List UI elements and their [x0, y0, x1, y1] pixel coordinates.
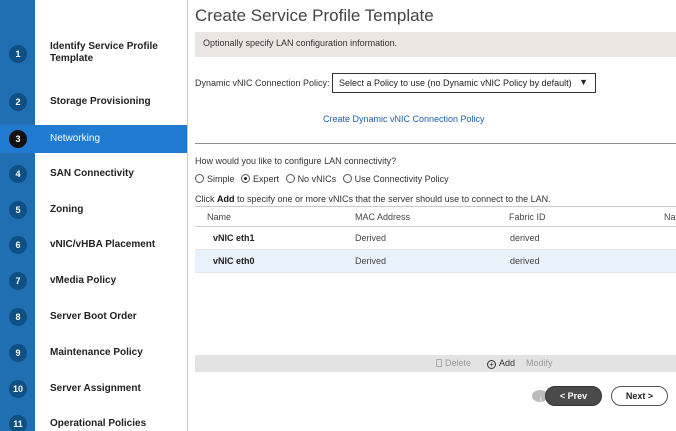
- step-number: 10: [9, 380, 27, 398]
- step-storage-provisioning[interactable]: 2 Storage Provisioning: [0, 88, 187, 116]
- step-label: Storage Provisioning: [50, 96, 151, 107]
- hint-suffix: to specify one or more vNICs that the se…: [234, 194, 551, 204]
- main-panel: Create Service Profile Template Optional…: [189, 0, 676, 431]
- next-button[interactable]: Next >: [611, 386, 668, 406]
- delete-button[interactable]: Delete: [436, 358, 471, 368]
- dynamic-vnic-policy-label: Dynamic vNIC Connection Policy:: [195, 78, 330, 88]
- radio-expert[interactable]: Expert: [241, 174, 279, 184]
- mac-address: Derived: [355, 233, 387, 243]
- step-label: Maintenance Policy: [50, 347, 143, 358]
- prev-button[interactable]: < Prev: [545, 386, 602, 406]
- step-label: Identify Service Profile Template: [50, 41, 158, 64]
- column-header-fabric-id[interactable]: Fabric ID: [509, 212, 546, 222]
- step-number: 9: [9, 344, 27, 362]
- radio-button-icon: [195, 174, 204, 183]
- step-networking[interactable]: 3 Networking: [0, 125, 187, 153]
- step-vmedia-policy[interactable]: 7 vMedia Policy: [0, 267, 187, 295]
- lan-config-radio-group: Simple Expert No vNICs Use Connectivity …: [195, 174, 453, 184]
- hint-prefix: Click: [195, 194, 217, 204]
- divider: [195, 143, 676, 144]
- table-header: Name MAC Address Fabric ID Na: [195, 207, 676, 227]
- create-dynamic-vnic-policy-link[interactable]: Create Dynamic vNIC Connection Policy: [323, 114, 485, 124]
- add-vnic-hint: Click Add to specify one or more vNICs t…: [195, 194, 551, 204]
- step-number: 4: [9, 165, 27, 183]
- step-number: 2: [9, 93, 27, 111]
- modify-button[interactable]: i Modify: [526, 358, 553, 404]
- vnic-name: vNIC eth0: [213, 256, 255, 266]
- table-row[interactable]: vNIC eth1 Derived derived: [195, 227, 676, 250]
- step-label: Server Boot Order: [50, 311, 137, 322]
- fabric-id: derived: [510, 256, 540, 266]
- radio-button-selected-icon: [241, 174, 251, 183]
- column-header-mac-address[interactable]: MAC Address: [355, 212, 410, 222]
- step-label: Server Assignment: [50, 383, 141, 394]
- step-number: 6: [9, 236, 27, 254]
- step-label: vMedia Policy: [50, 275, 117, 286]
- fabric-id: derived: [510, 233, 540, 243]
- step-maintenance-policy[interactable]: 9 Maintenance Policy: [0, 339, 187, 367]
- radio-label: Expert: [253, 174, 280, 184]
- step-label: SAN Connectivity: [50, 168, 134, 179]
- step-number: 1: [9, 45, 27, 63]
- plus-icon: +: [487, 360, 496, 369]
- wizard-steps: 1 Identify Service Profile Template 2 St…: [0, 0, 188, 431]
- step-label: vNIC/vHBA Placement: [50, 239, 156, 250]
- step-number: 3: [9, 130, 27, 148]
- step-label: Networking: [50, 133, 101, 144]
- table-row[interactable]: vNIC eth0 Derived derived: [195, 250, 676, 273]
- page-title: Create Service Profile Template: [195, 6, 434, 25]
- column-header-truncated[interactable]: Na: [664, 212, 676, 222]
- step-vnic-vhba-placement[interactable]: 6 vNIC/vHBA Placement: [0, 231, 187, 259]
- vnic-table: Name MAC Address Fabric ID Na vNIC eth1 …: [195, 206, 676, 368]
- radio-use-connectivity-policy[interactable]: Use Connectivity Policy: [342, 174, 449, 184]
- step-label: Operational Policies: [50, 418, 147, 429]
- trash-icon: [436, 359, 442, 367]
- caret-down-icon: ▼: [579, 77, 588, 87]
- add-label: Add: [499, 358, 516, 368]
- step-operational-policies[interactable]: 11 Operational Policies: [0, 410, 187, 431]
- step-zoning[interactable]: 5 Zoning: [0, 196, 187, 224]
- hint-add-keyword: Add: [217, 194, 235, 204]
- step-san-connectivity[interactable]: 4 SAN Connectivity: [0, 160, 187, 188]
- step-number: 5: [9, 201, 27, 219]
- step-identify-template[interactable]: 1 Identify Service Profile Template: [0, 40, 187, 68]
- radio-simple[interactable]: Simple: [195, 174, 235, 184]
- radio-label: No vNICs: [297, 174, 337, 184]
- radio-label: Use Connectivity Policy: [354, 174, 449, 184]
- step-number: 7: [9, 272, 27, 290]
- step-number: 11: [9, 415, 27, 431]
- info-banner: Optionally specify LAN configuration inf…: [195, 32, 676, 57]
- step-label: Zoning: [50, 204, 84, 215]
- step-number: 8: [9, 308, 27, 326]
- column-header-name[interactable]: Name: [207, 212, 231, 222]
- mac-address: Derived: [355, 256, 387, 266]
- dynamic-vnic-policy-select[interactable]: Select a Policy to use (no Dynamic vNIC …: [332, 73, 596, 93]
- table-action-bar: Delete + Add i Modify: [195, 355, 676, 404]
- add-button[interactable]: + Add: [487, 358, 515, 369]
- modify-label: Modify: [526, 358, 553, 368]
- step-server-assignment[interactable]: 10 Server Assignment: [0, 375, 187, 403]
- radio-label: Simple: [207, 174, 235, 184]
- radio-no-vnics[interactable]: No vNICs: [285, 174, 337, 184]
- lan-config-question: How would you like to configure LAN conn…: [195, 156, 397, 166]
- radio-button-icon: [342, 174, 352, 183]
- vnic-name: vNIC eth1: [213, 233, 255, 243]
- radio-button-icon: [285, 174, 295, 183]
- step-server-boot-order[interactable]: 8 Server Boot Order: [0, 303, 187, 331]
- delete-label: Delete: [445, 358, 472, 368]
- select-value: Select a Policy to use (no Dynamic vNIC …: [339, 78, 572, 88]
